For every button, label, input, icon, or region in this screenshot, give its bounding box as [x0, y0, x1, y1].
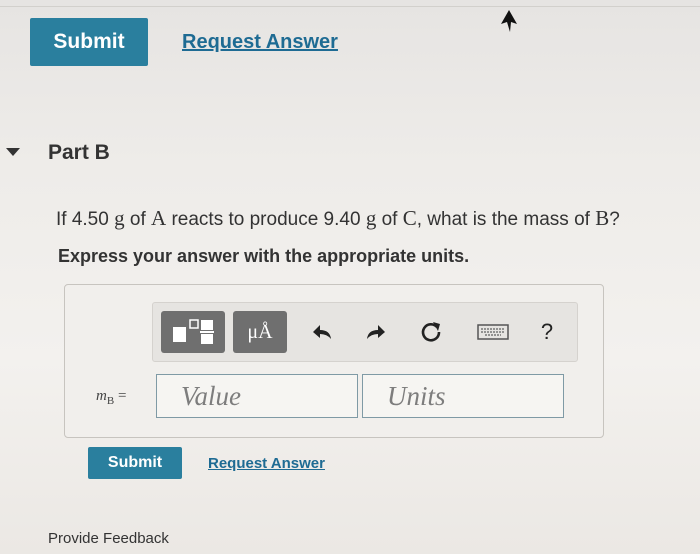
collapse-caret-icon[interactable] — [6, 148, 20, 156]
submit-button-top[interactable]: Submit — [30, 18, 148, 66]
redo-icon[interactable] — [359, 315, 391, 349]
keyboard-icon[interactable] — [473, 315, 513, 349]
fraction-template-icon[interactable] — [161, 311, 225, 353]
value-input[interactable]: Value — [156, 374, 358, 418]
reset-icon[interactable] — [415, 315, 447, 349]
units-input[interactable]: Units — [362, 374, 564, 418]
instruction-text: Express your answer with the appropriate… — [58, 246, 470, 266]
mouse-cursor-icon — [498, 8, 520, 39]
undo-icon[interactable] — [307, 315, 339, 349]
top-divider — [0, 0, 700, 7]
units-symbol-button[interactable]: μÅ — [233, 311, 287, 353]
math-toolbar: μÅ ? — [152, 302, 578, 362]
part-title: Part B — [48, 141, 110, 164]
provide-feedback-link[interactable]: Provide Feedback — [48, 530, 169, 547]
request-answer-link[interactable]: Request Answer — [208, 455, 325, 472]
question-text: If 4.50 g of A reacts to produce 9.40 g … — [56, 206, 620, 230]
submit-button[interactable]: Submit — [88, 447, 182, 479]
help-icon[interactable]: ? — [531, 315, 563, 349]
request-answer-link-top[interactable]: Request Answer — [182, 31, 338, 54]
variable-label: mB = — [96, 388, 127, 407]
